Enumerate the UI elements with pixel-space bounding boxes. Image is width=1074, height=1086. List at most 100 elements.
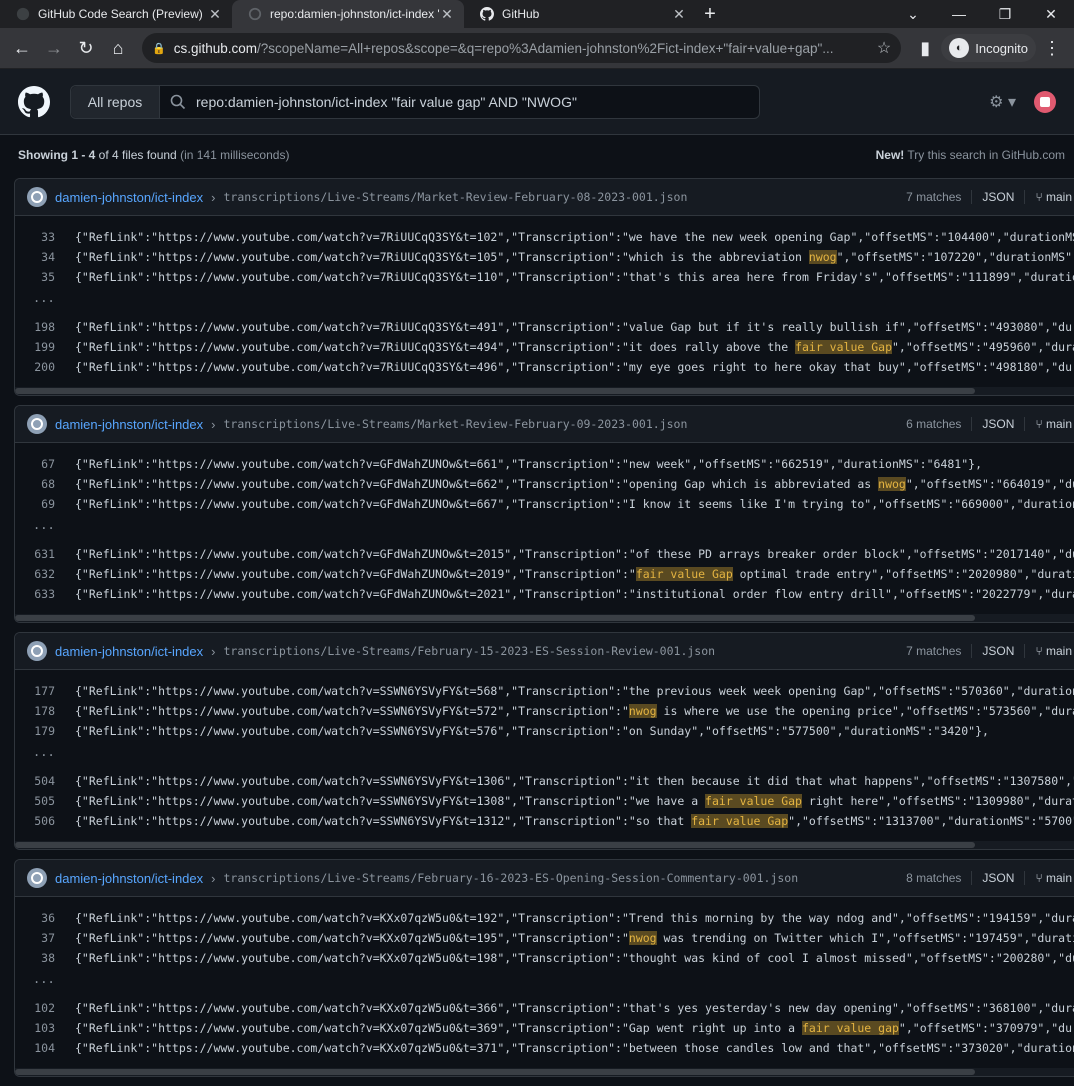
line-number[interactable]: 35 [15,267,75,287]
line-number[interactable]: 37 [15,928,75,948]
code-text: {"RefLink":"https://www.youtube.com/watc… [75,230,1074,244]
bookmark-star-icon[interactable]: ☆ [877,38,891,58]
code-line[interactable]: 200 {"RefLink":"https://www.youtube.com/w… [15,357,1074,377]
line-number[interactable]: 199 [15,337,75,357]
new-label: New! [875,148,905,162]
line-number[interactable]: 102 [15,998,75,1018]
line-number[interactable]: 69 [15,494,75,514]
line-number[interactable]: 505 [15,791,75,811]
repo-link[interactable]: damien-johnston/ict-index [55,644,203,659]
line-number[interactable]: 633 [15,584,75,604]
line-number[interactable]: 38 [15,948,75,968]
code-line[interactable]: 177 {"RefLink":"https://www.youtube.com/w… [15,681,1074,701]
address-bar[interactable]: 🔒 cs.github.com/?scopeName=All+repos&sco… [142,33,902,63]
browser-tab-1[interactable]: repo:damien-johnston/ict-index ' ✕ [232,0,464,28]
search-input[interactable]: repo:damien-johnston/ict-index "fair val… [160,86,759,118]
code-line[interactable]: 506 {"RefLink":"https://www.youtube.com/w… [15,811,1074,831]
line-number[interactable]: 177 [15,681,75,701]
code-line[interactable]: 37 {"RefLink":"https://www.youtube.com/wa… [15,928,1074,948]
code-line[interactable]: 68 {"RefLink":"https://www.youtube.com/wa… [15,474,1074,494]
chevron-right-icon: › [211,643,216,659]
line-number[interactable]: 632 [15,564,75,584]
tab-close-icon[interactable]: ✕ [672,6,686,23]
browser-tab-0[interactable]: GitHub Code Search (Preview) ✕ [0,0,232,28]
file-path-link[interactable]: transcriptions/Live-Streams/February-16-… [223,871,798,885]
restore-icon[interactable]: ❐ [982,0,1028,28]
line-number[interactable]: 178 [15,701,75,721]
back-arrow-icon[interactable]: ← [6,32,38,64]
code-line[interactable]: 633 {"RefLink":"https://www.youtube.com/w… [15,584,1074,604]
incognito-badge[interactable]: ◐ Incognito [941,34,1036,62]
close-window-icon[interactable]: ✕ [1028,0,1074,28]
reload-icon[interactable]: ↻ [70,32,102,64]
code-line[interactable]: 631 {"RefLink":"https://www.youtube.com/w… [15,544,1074,564]
code-line[interactable]: 67 {"RefLink":"https://www.youtube.com/wa… [15,454,1074,474]
line-number[interactable]: 504 [15,771,75,791]
code-line[interactable]: 69 {"RefLink":"https://www.youtube.com/wa… [15,494,1074,514]
horizontal-scrollbar[interactable] [15,387,1074,395]
code-line[interactable]: 103 {"RefLink":"https://www.youtube.com/w… [15,1018,1074,1038]
browser-tab-2[interactable]: GitHub ✕ [464,0,696,28]
file-path-link[interactable]: transcriptions/Live-Streams/February-15-… [223,644,715,658]
tab-close-icon[interactable]: ✕ [208,6,222,23]
lock-icon[interactable]: 🔒 [152,42,166,55]
github-favicon-icon [16,7,30,21]
code-line[interactable]: 33 {"RefLink":"https://www.youtube.com/wa… [15,227,1074,247]
line-number[interactable]: 631 [15,544,75,564]
code-line[interactable]: 179 {"RefLink":"https://www.youtube.com/w… [15,721,1074,741]
scrollbar-thumb[interactable] [15,842,975,848]
repo-avatar-icon [27,868,47,888]
gear-icon[interactable]: ⚙ ▾ [989,92,1016,112]
code-line[interactable]: 198 {"RefLink":"https://www.youtube.com/w… [15,317,1074,337]
line-number[interactable]: 68 [15,474,75,494]
language-label: JSON [971,417,1024,431]
file-path-link[interactable]: transcriptions/Live-Streams/Market-Revie… [223,417,687,431]
code-line[interactable]: 178 {"RefLink":"https://www.youtube.com/w… [15,701,1074,721]
tab-search-chevron-icon[interactable]: ⌄ [890,0,936,28]
line-number[interactable]: 200 [15,357,75,377]
browser-menu-icon[interactable]: ⋮ [1036,32,1068,64]
code-line[interactable]: 505 {"RefLink":"https://www.youtube.com/w… [15,791,1074,811]
horizontal-scrollbar[interactable] [15,614,1074,622]
code-line[interactable]: 102 {"RefLink":"https://www.youtube.com/w… [15,998,1074,1018]
header-right: ⚙ ▾ [989,90,1056,113]
scrollbar-thumb[interactable] [15,1069,975,1075]
side-panel-icon[interactable]: ▮ [909,32,941,64]
new-tab-button[interactable]: + [696,0,724,28]
repo-link[interactable]: damien-johnston/ict-index [55,871,203,886]
tab-close-icon[interactable]: ✕ [440,6,454,23]
minimize-icon[interactable]: — [936,0,982,28]
showing-range: Showing 1 - 4 [18,148,96,162]
repo-link[interactable]: damien-johnston/ict-index [55,190,203,205]
forward-arrow-icon[interactable]: → [38,32,70,64]
file-path-link[interactable]: transcriptions/Live-Streams/Market-Revie… [223,190,687,204]
horizontal-scrollbar[interactable] [15,841,1074,849]
avatar-icon[interactable] [1034,90,1056,113]
line-number[interactable]: 103 [15,1018,75,1038]
code-line[interactable]: 36 {"RefLink":"https://www.youtube.com/wa… [15,908,1074,928]
tab-title: repo:damien-johnston/ict-index ' [270,7,440,21]
code-line[interactable]: 34 {"RefLink":"https://www.youtube.com/wa… [15,247,1074,267]
scrollbar-thumb[interactable] [15,388,975,394]
code-line[interactable]: 38 {"RefLink":"https://www.youtube.com/wa… [15,948,1074,968]
github-logo-icon[interactable] [18,85,50,118]
line-number[interactable]: 104 [15,1038,75,1058]
line-number[interactable]: 198 [15,317,75,337]
code-line[interactable]: 199 {"RefLink":"https://www.youtube.com/w… [15,337,1074,357]
line-number[interactable]: 34 [15,247,75,267]
code-line[interactable]: 35 {"RefLink":"https://www.youtube.com/wa… [15,267,1074,287]
try-on-github-link[interactable]: New! Try this search in GitHub.com [876,148,1065,162]
repo-link[interactable]: damien-johnston/ict-index [55,417,203,432]
home-icon[interactable]: ⌂ [102,32,134,64]
line-number[interactable]: 506 [15,811,75,831]
line-number[interactable]: 179 [15,721,75,741]
code-line[interactable]: 104 {"RefLink":"https://www.youtube.com/w… [15,1038,1074,1058]
scrollbar-thumb[interactable] [15,615,975,621]
code-line[interactable]: 632 {"RefLink":"https://www.youtube.com/w… [15,564,1074,584]
scope-selector-button[interactable]: All repos [71,85,160,118]
code-line[interactable]: 504 {"RefLink":"https://www.youtube.com/w… [15,771,1074,791]
line-number[interactable]: 36 [15,908,75,928]
horizontal-scrollbar[interactable] [15,1068,1074,1076]
line-number[interactable]: 67 [15,454,75,474]
line-number[interactable]: 33 [15,227,75,247]
